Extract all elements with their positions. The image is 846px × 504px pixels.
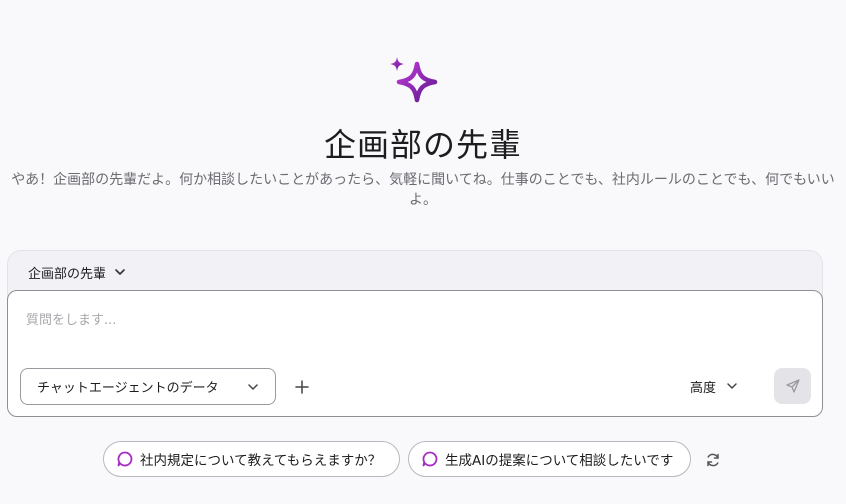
mode-select[interactable]: 高度 xyxy=(690,375,738,397)
data-source-select[interactable]: チャットエージェントのデータ xyxy=(20,368,276,405)
add-button[interactable] xyxy=(290,375,314,399)
chat-bubble-icon xyxy=(117,451,133,467)
suggestion-chip[interactable]: 生成AIの提案について相談したいです xyxy=(408,441,691,477)
suggestion-label: 社内規定について教えてもらえますか？ xyxy=(140,453,382,469)
refresh-button[interactable] xyxy=(702,449,724,471)
chevron-down-icon xyxy=(727,383,737,389)
agent-selector-label: 企画部の先輩 xyxy=(28,266,107,282)
data-source-label: チャットエージェントのデータ xyxy=(37,381,219,396)
mode-label: 高度 xyxy=(690,380,717,396)
chat-bubble-icon xyxy=(422,451,438,467)
chevron-down-icon xyxy=(248,383,258,390)
page-title: 企画部の先輩 xyxy=(323,126,522,164)
send-button[interactable] xyxy=(774,368,811,404)
refresh-icon xyxy=(707,453,719,467)
send-icon xyxy=(785,379,800,393)
chevron-down-icon xyxy=(115,269,125,275)
suggestion-chip[interactable]: 社内規定について教えてもらえますか？ xyxy=(103,441,400,477)
plus-icon xyxy=(295,380,309,394)
question-input[interactable] xyxy=(26,309,796,359)
greeting-text: やあ！企画部の先輩だよ。何か相談したいことがあったら、気軽に聞いてね。仕事のこと… xyxy=(11,172,835,208)
sparkle-icon xyxy=(390,57,438,103)
agent-selector[interactable]: 企画部の先輩 xyxy=(28,262,126,282)
composer: チャットエージェントのデータ 高度 xyxy=(7,290,823,417)
suggestion-label: 生成AIの提案について相談したいです xyxy=(445,453,674,469)
